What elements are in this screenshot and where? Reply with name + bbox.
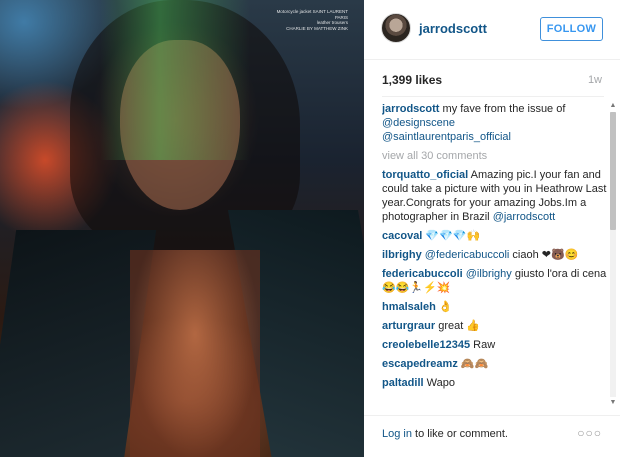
comment-user-link[interactable]: creolebelle12345 [382,339,470,351]
photo-credit-line: Motorcycle jacket SAINT LAURENT PARIS [276,9,348,20]
photo-credit: Motorcycle jacket SAINT LAURENT PARIS le… [273,9,348,31]
comment-user-link[interactable]: hmalsaleh [382,301,436,313]
comment-user-link[interactable]: paltadill [382,377,424,389]
post-footer: Log in to like or comment. ○○○ [364,415,620,457]
mention-link[interactable]: @designscene [382,117,455,129]
caption-user-link[interactable]: jarrodscott [382,103,439,115]
login-prompt-text: to like or comment. [411,428,508,440]
comment: arturgraur great 👍 [382,319,609,333]
photo-light-green [100,0,250,160]
comment-user-link[interactable]: escapedreamz [382,358,458,370]
mention-link[interactable]: @saintlaurentparis_official [382,131,511,143]
comment-text: 🙈🙈 [457,358,489,370]
scroll-up-arrow-icon[interactable]: ▲ [609,102,617,110]
comment-text: Wapo [423,377,455,389]
login-prompt: Log in to like or comment. [382,428,508,440]
comment: escapedreamz 🙈🙈 [382,357,609,371]
comment-text: Raw [470,339,496,351]
comment-text: ciaoh ❤🐻😊 [509,249,579,261]
post-sidebar: jarrodscott FOLLOW 1,399 likes 1w jarrod… [364,0,620,457]
mention-link[interactable]: @jarrodscott [493,211,556,223]
post-photo: Motorcycle jacket SAINT LAURENT PARIS le… [0,0,364,457]
view-all-comments-link[interactable]: view all 30 comments [382,149,609,163]
caption-text: my fave from the issue of [439,103,566,115]
comment: federicabuccoli @ilbrighy giusto l'ora d… [382,267,609,295]
mention-link[interactable]: @ilbrighy [466,268,512,280]
comment: cacoval 💎💎💎🙌 [382,229,609,243]
avatar[interactable] [381,13,411,43]
comments-list[interactable]: jarrodscott my fave from the issue of @d… [382,102,609,407]
comment: ilbrighy @federicabuccoli ciaoh ❤🐻😊 [382,248,609,262]
comment-user-link[interactable]: ilbrighy [382,249,422,261]
comment-user-link[interactable]: arturgraur [382,320,435,332]
username-link[interactable]: jarrodscott [419,21,487,36]
caption: jarrodscott my fave from the issue of @d… [382,102,609,144]
comment-user-link[interactable]: cacoval [382,230,422,242]
comment: torquatto_oficial Amazing pic.I your fan… [382,168,609,224]
likes-count[interactable]: 1,399 likes [382,73,442,87]
scrollbar-thumb[interactable] [610,112,616,230]
comments-scrollbar[interactable]: ▲ ▼ [609,102,617,407]
comment-text: great 👍 [435,320,481,332]
comment-user-link[interactable]: torquatto_oficial [382,169,468,181]
login-link[interactable]: Log in [382,428,412,440]
divider [382,96,604,97]
comment-text: 👌 [435,301,453,313]
more-options-icon[interactable]: ○○○ [577,426,602,440]
scroll-down-arrow-icon[interactable]: ▼ [609,399,617,407]
comment-user-link[interactable]: federicabuccoli [382,268,463,280]
photo-credit-line: CHARLIE BY MATTHEW ZINK [286,25,348,31]
comment: creolebelle12345 Raw [382,338,609,352]
follow-button[interactable]: FOLLOW [540,17,603,41]
post-header: jarrodscott FOLLOW [364,0,620,60]
comment: paltadill Wapo [382,376,609,390]
mention-link[interactable]: @federicabuccoli [425,249,510,261]
photo-chest [130,250,260,457]
post-age[interactable]: 1w [588,74,602,86]
likes-row: 1,399 likes 1w [382,73,602,89]
comment: hmalsaleh 👌 [382,300,609,314]
comment-text: 💎💎💎🙌 [422,230,481,242]
